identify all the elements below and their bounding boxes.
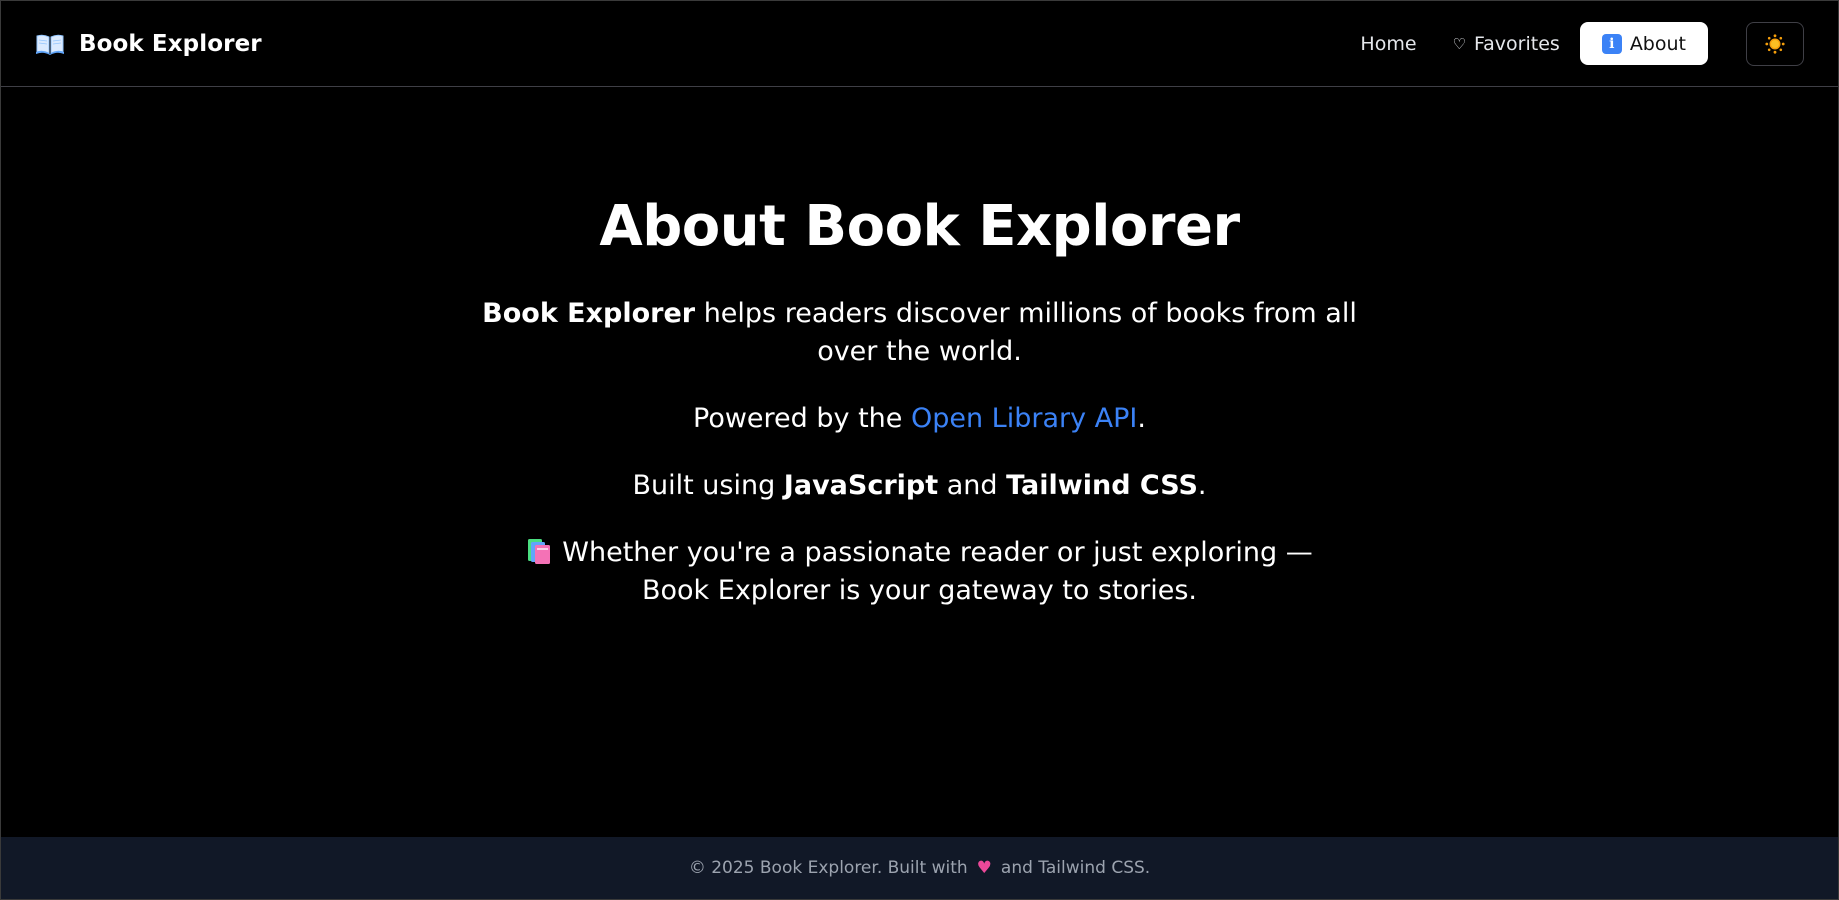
- page: Book Explorer Home ♡ Favorites i About A…: [0, 0, 1839, 900]
- built-prefix: Built using: [632, 470, 784, 501]
- powered-paragraph: Powered by the Open Library API.: [693, 400, 1146, 438]
- powered-suffix: .: [1137, 403, 1146, 434]
- nav-home-link[interactable]: Home: [1342, 24, 1434, 64]
- nav-about-link[interactable]: i About: [1579, 22, 1708, 65]
- heart-icon: ♥: [976, 858, 992, 878]
- brand-title: Book Explorer: [79, 30, 262, 57]
- footer-suffix: and Tailwind CSS.: [1000, 858, 1151, 878]
- intro-text: helps readers discover millions of books…: [695, 298, 1357, 367]
- navbar: Book Explorer Home ♡ Favorites i About: [1, 1, 1838, 87]
- sun-icon: [1765, 33, 1785, 54]
- tech-tailwind: Tailwind CSS: [1006, 470, 1198, 501]
- built-suffix: .: [1197, 470, 1207, 501]
- brand-link[interactable]: Book Explorer: [35, 31, 262, 57]
- closing-text: Whether you're a passionate reader or ju…: [562, 537, 1313, 606]
- footer: © 2025 Book Explorer. Built with ♥ and T…: [1, 837, 1838, 899]
- books-icon: [528, 539, 551, 564]
- intro-paragraph: Book Explorer helps readers discover mil…: [480, 295, 1360, 371]
- footer-prefix: © 2025 Book Explorer. Built with: [688, 858, 968, 878]
- built-middle: and: [938, 470, 1007, 501]
- built-paragraph: Built using JavaScript and Tailwind CSS.: [632, 467, 1206, 505]
- about-section: About Book Explorer Book Explorer helps …: [1, 88, 1838, 839]
- powered-prefix: Powered by the: [693, 403, 911, 434]
- nav-favorites-label: Favorites: [1473, 32, 1560, 55]
- intro-bold: Book Explorer: [482, 298, 696, 329]
- theme-toggle-button[interactable]: [1746, 21, 1804, 66]
- heart-outline-icon: ♡: [1452, 34, 1466, 53]
- nav-home-label: Home: [1360, 32, 1417, 55]
- closing-paragraph: Whether you're a passionate reader or ju…: [505, 534, 1335, 610]
- tech-javascript: JavaScript: [783, 470, 939, 501]
- nav-about-label: About: [1629, 32, 1686, 55]
- info-icon: i: [1601, 33, 1622, 54]
- nav-favorites-link[interactable]: ♡ Favorites: [1435, 24, 1578, 64]
- page-title: About Book Explorer: [599, 194, 1240, 259]
- open-book-icon: [35, 33, 65, 55]
- open-library-link[interactable]: Open Library API: [911, 403, 1137, 434]
- nav-links: Home ♡ Favorites i About: [1342, 22, 1708, 65]
